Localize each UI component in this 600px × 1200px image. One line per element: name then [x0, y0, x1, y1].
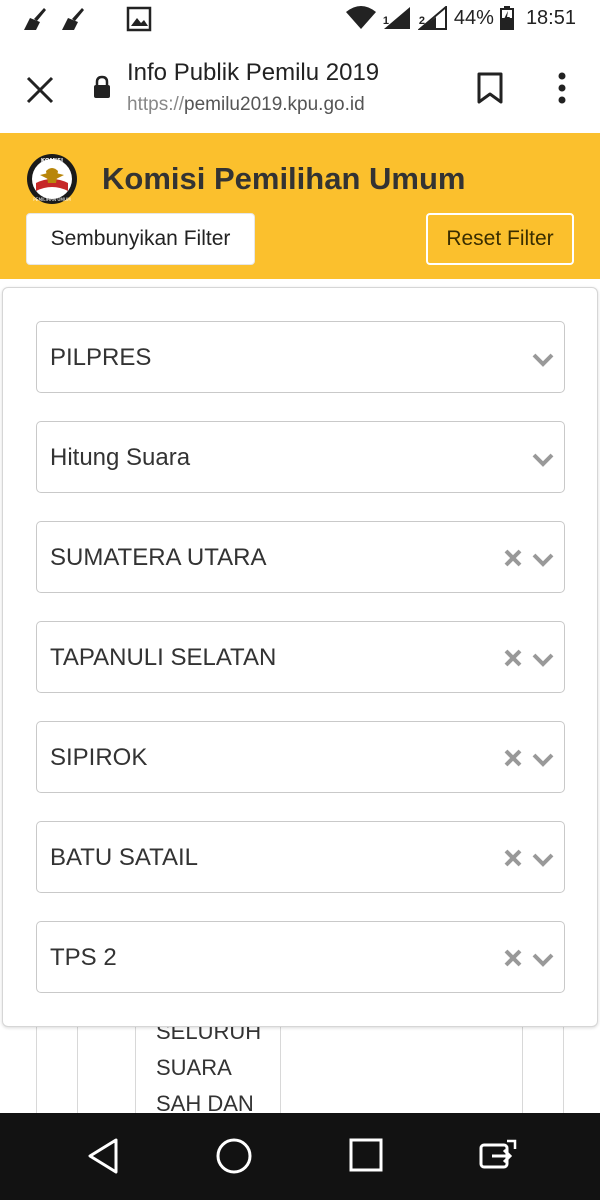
- system-nav-bar: [0, 1113, 600, 1200]
- logo-text-bottom: PEMILIHAN UMUM: [33, 197, 71, 202]
- election-type-select[interactable]: PILPRES: [36, 321, 565, 393]
- clear-icon[interactable]: [503, 648, 523, 668]
- logo-text-top: KOMISI: [41, 158, 63, 164]
- home-icon[interactable]: [215, 1137, 253, 1175]
- broom-icon: [24, 8, 46, 30]
- chevron-down-icon[interactable]: [531, 452, 555, 468]
- data-type-select[interactable]: Hitung Suara: [36, 421, 565, 493]
- select-value: TPS 2: [50, 944, 117, 971]
- site-header: KOMISI PEMILIHAN UMUM Komisi Pemilihan U…: [0, 133, 600, 279]
- close-icon[interactable]: [24, 74, 56, 106]
- status-bar: 1 2 44% 18:51: [0, 0, 600, 40]
- url-host: pemilu2019.kpu.go.id: [184, 94, 365, 115]
- lock-icon: [94, 75, 110, 98]
- village-select[interactable]: BATU SATAIL: [36, 821, 565, 893]
- chevron-down-icon[interactable]: [531, 652, 555, 668]
- back-icon[interactable]: [86, 1137, 120, 1175]
- select-value: BATU SATAIL: [50, 844, 199, 871]
- table-cell-line: SUARA: [156, 1055, 232, 1080]
- clear-icon[interactable]: [503, 748, 523, 768]
- sim2-label: 2: [418, 15, 426, 27]
- chevron-down-icon[interactable]: [531, 552, 555, 568]
- select-value: PILPRES: [50, 344, 152, 371]
- chevron-down-icon[interactable]: [531, 752, 555, 768]
- province-select[interactable]: SUMATERA UTARA: [36, 521, 565, 593]
- select-value: Hitung Suara: [50, 444, 191, 471]
- more-menu-icon[interactable]: [552, 71, 572, 105]
- filter-panel: PILPRES Hitung Suara SUMATERA UTARA TAPA…: [2, 287, 598, 1027]
- table-cell: SELURUH SUARA SAH DAN: [156, 1014, 261, 1122]
- wifi-icon: [345, 6, 376, 29]
- broom-icon: [62, 8, 84, 30]
- recents-icon[interactable]: [348, 1137, 384, 1173]
- sim1-label: 1: [382, 15, 390, 27]
- clear-icon[interactable]: [503, 548, 523, 568]
- image-icon: [126, 6, 152, 32]
- clock: 18:51: [525, 6, 576, 29]
- battery-percent: 44%: [453, 6, 494, 29]
- district-select[interactable]: SIPIROK: [36, 721, 565, 793]
- bookmark-icon[interactable]: [476, 72, 504, 104]
- page-url[interactable]: https://pemilu2019.kpu.go.id: [127, 94, 365, 116]
- page-title[interactable]: Info Publik Pemilu 2019: [127, 59, 379, 87]
- chevron-down-icon[interactable]: [531, 352, 555, 368]
- polling-station-select[interactable]: TPS 2: [36, 921, 565, 993]
- browser-toolbar: Info Publik Pemilu 2019 https://pemilu20…: [0, 40, 600, 135]
- site-title: Komisi Pemilihan Umum: [102, 161, 466, 196]
- clear-icon[interactable]: [503, 848, 523, 868]
- chevron-down-icon[interactable]: [531, 952, 555, 968]
- regency-select[interactable]: TAPANULI SELATAN: [36, 621, 565, 693]
- rotate-icon[interactable]: [478, 1137, 518, 1175]
- select-value: SIPIROK: [50, 744, 148, 771]
- select-value: TAPANULI SELATAN: [50, 644, 277, 671]
- hide-filter-button[interactable]: Sembunyikan Filter: [26, 213, 255, 265]
- kpu-logo: KOMISI PEMILIHAN UMUM: [27, 154, 77, 204]
- clear-icon[interactable]: [503, 948, 523, 968]
- chevron-down-icon[interactable]: [531, 852, 555, 868]
- reset-filter-button[interactable]: Reset Filter: [426, 213, 574, 265]
- url-scheme: https://: [127, 94, 185, 115]
- battery-charging-icon: [499, 6, 514, 30]
- select-value: SUMATERA UTARA: [50, 544, 267, 571]
